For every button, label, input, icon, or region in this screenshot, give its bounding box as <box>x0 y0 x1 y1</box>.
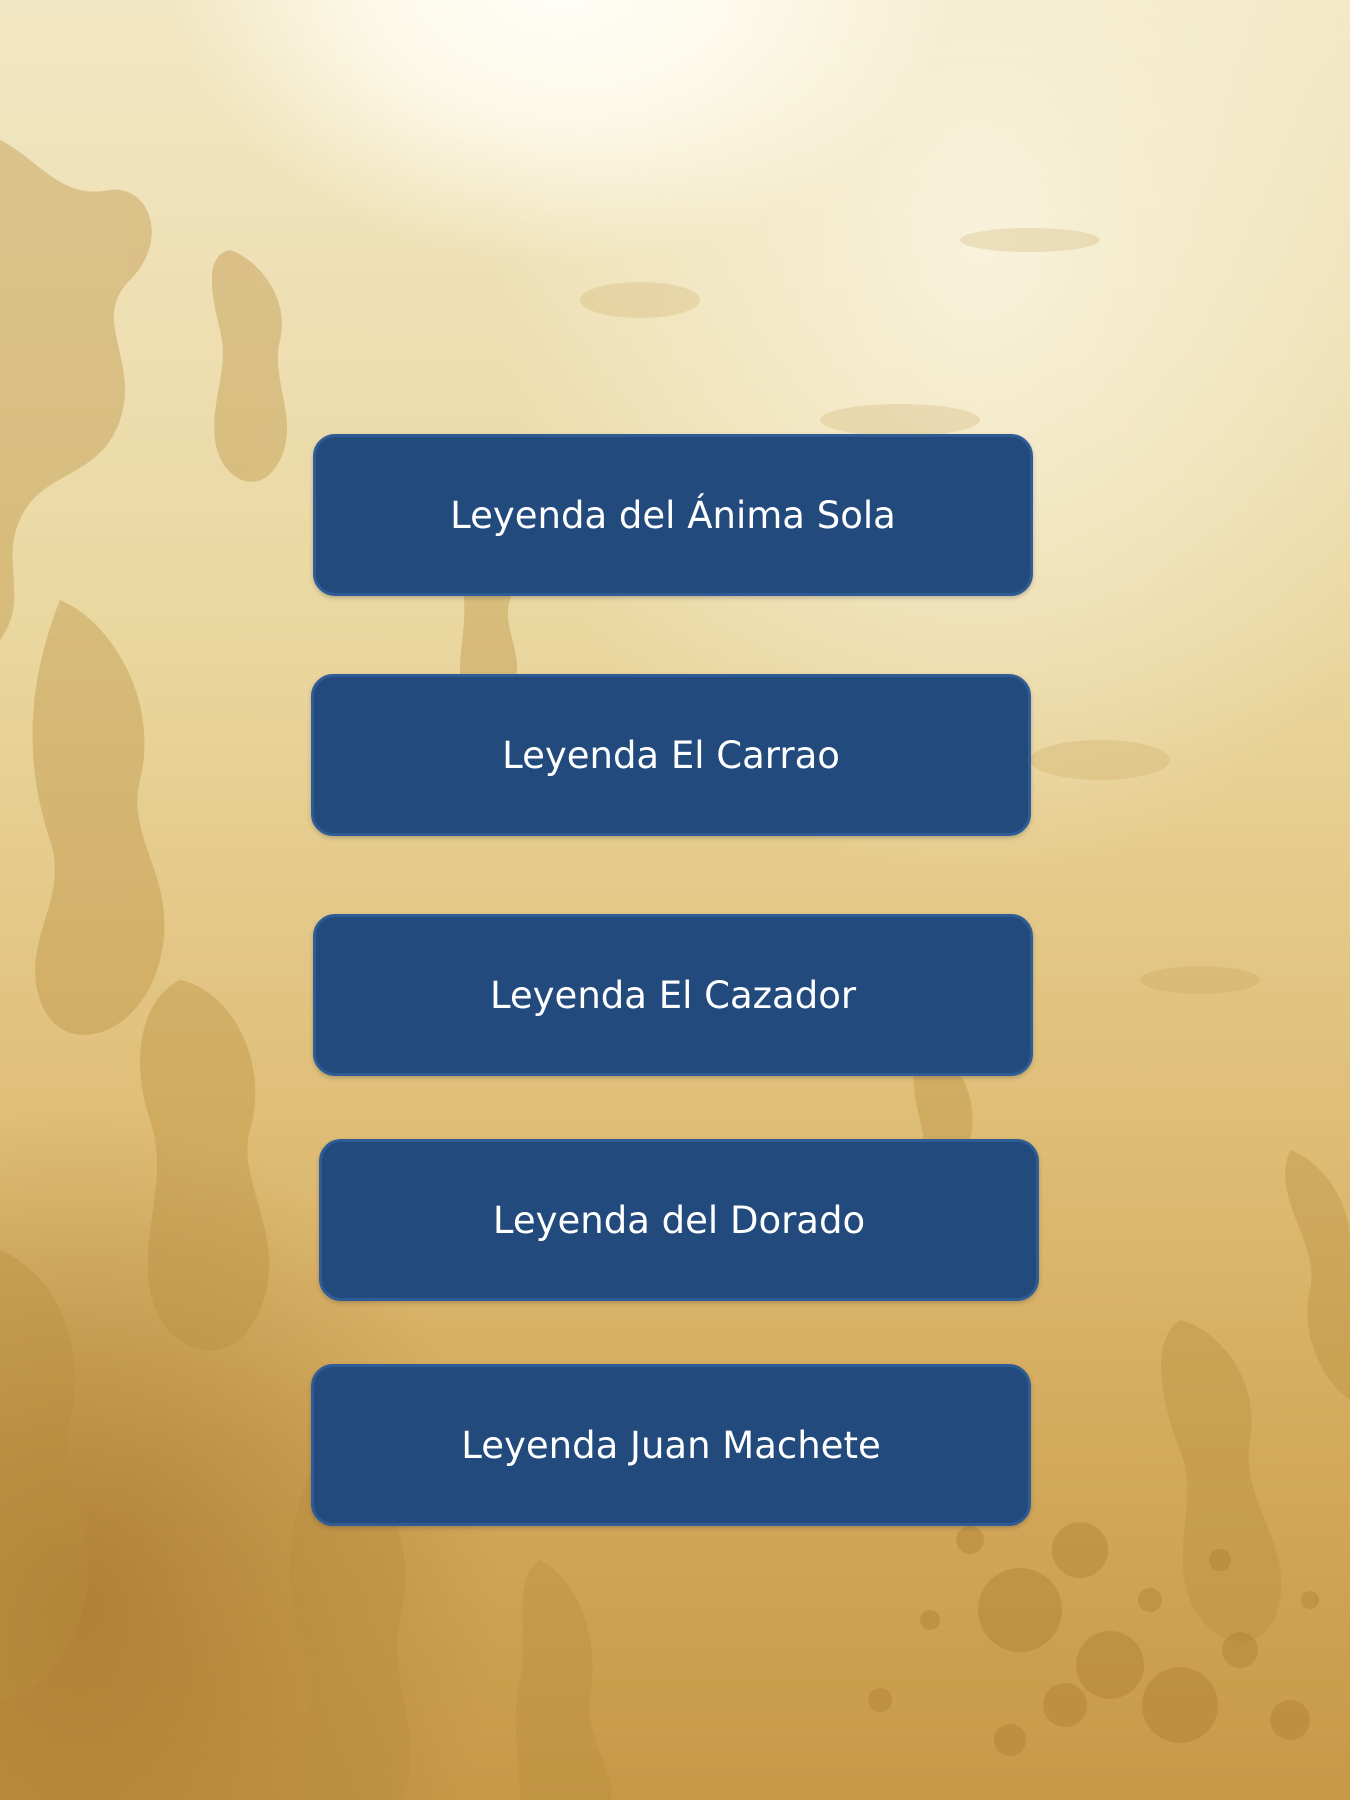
grunge-background <box>0 140 1350 1800</box>
button-label: Leyenda del Dorado <box>492 1198 866 1242</box>
button-label: Leyenda El Cazador <box>489 973 857 1017</box>
leyenda-juan-machete-button[interactable]: Leyenda Juan Machete <box>311 1364 1031 1526</box>
button-label: Leyenda Juan Machete <box>461 1423 881 1467</box>
button-label: Leyenda El Carrao <box>502 733 840 777</box>
leyenda-el-carrao-button[interactable]: Leyenda El Carrao <box>311 674 1031 836</box>
button-label: Leyenda del Ánima Sola <box>450 493 896 537</box>
leyenda-del-dorado-button[interactable]: Leyenda del Dorado <box>319 1139 1039 1301</box>
leyenda-anima-sola-button[interactable]: Leyenda del Ánima Sola <box>313 434 1033 596</box>
leyenda-el-cazador-button[interactable]: Leyenda El Cazador <box>313 914 1033 1076</box>
